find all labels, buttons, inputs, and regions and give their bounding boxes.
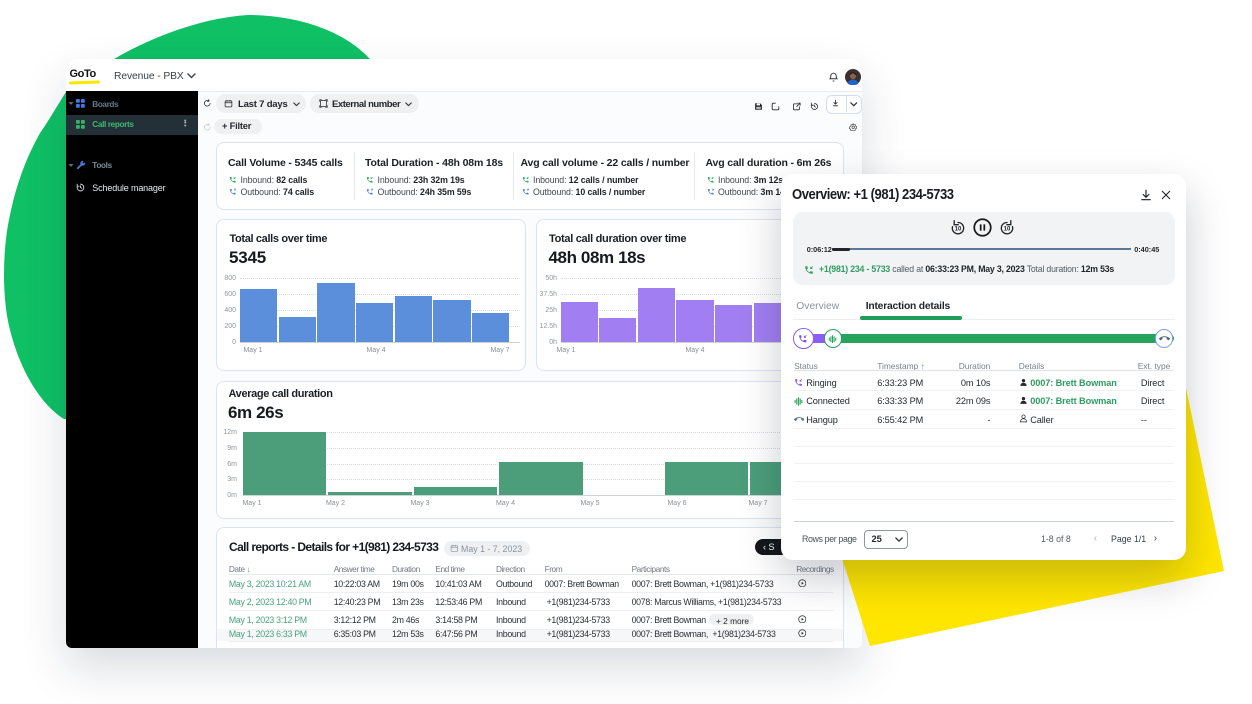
svg-text:10: 10 xyxy=(954,227,961,233)
svg-text:10: 10 xyxy=(1003,227,1010,233)
